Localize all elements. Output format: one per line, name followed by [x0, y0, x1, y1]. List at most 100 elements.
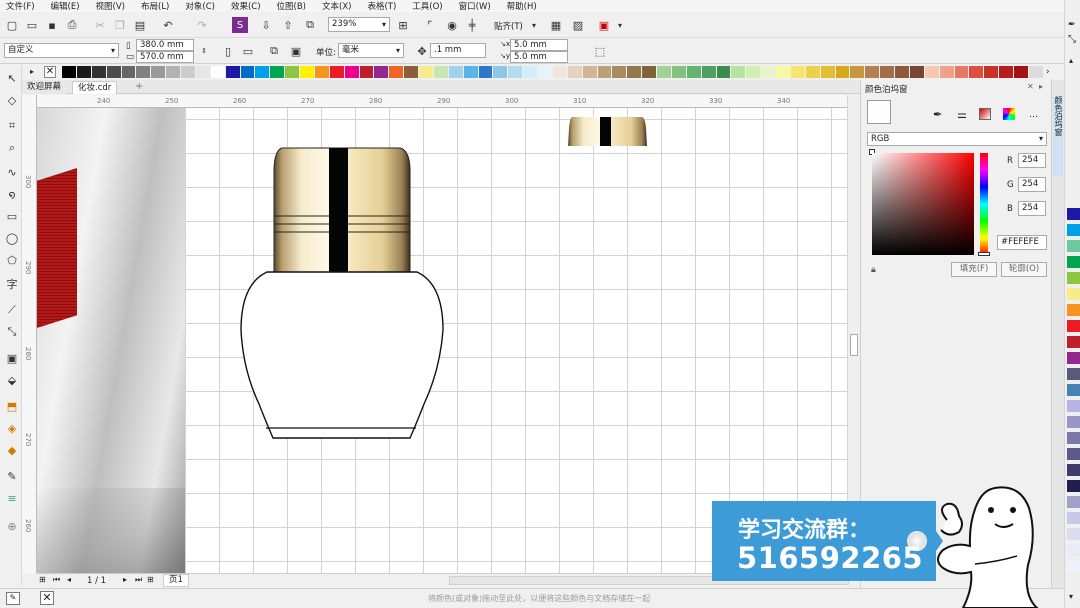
palette-swatch[interactable]: [657, 66, 672, 78]
no-fill-icon[interactable]: ✕: [40, 591, 54, 605]
snap-to-menu[interactable]: 贴齐(T): [494, 20, 523, 32]
palette-swatch[interactable]: [285, 66, 300, 78]
palette-swatch[interactable]: [240, 66, 256, 78]
menu-item-0[interactable]: 文件(F): [6, 0, 35, 12]
landscape-icon[interactable]: ▭: [240, 43, 256, 59]
palette-swatch[interactable]: [300, 66, 315, 78]
export-icon[interactable]: ⇧: [280, 17, 296, 33]
palette-swatch[interactable]: [895, 66, 910, 78]
color-sliders-icon[interactable]: ⚌: [957, 108, 967, 121]
palette-swatch[interactable]: [984, 66, 1000, 78]
color-palettes-icon[interactable]: [1003, 108, 1015, 120]
fullscreen-icon[interactable]: ⤡: [1068, 34, 1076, 45]
palette-swatch[interactable]: [805, 66, 821, 78]
palette-swatch[interactable]: [62, 66, 77, 78]
side-swatch[interactable]: [1067, 560, 1080, 572]
all-pages-icon[interactable]: ⧉: [266, 43, 282, 59]
docker-menu-icon[interactable]: ▸: [1039, 82, 1043, 91]
tab-document[interactable]: 化妆.cdr: [72, 81, 118, 94]
palette-swatch[interactable]: [671, 66, 687, 78]
palette-swatch[interactable]: [1028, 66, 1044, 78]
side-swatch[interactable]: [1067, 544, 1080, 556]
first-page-icon[interactable]: ⏮: [53, 575, 60, 585]
palette-swatch[interactable]: [612, 66, 628, 78]
menu-item-7[interactable]: 文本(X): [322, 0, 351, 12]
welcome-screen-icon[interactable]: ▣: [596, 17, 612, 33]
palette-swatch[interactable]: [954, 66, 970, 78]
palette-swatch[interactable]: [225, 66, 241, 78]
palette-swatch[interactable]: [344, 66, 360, 78]
color-palette[interactable]: [62, 66, 1044, 78]
launcher-chevron-icon[interactable]: ▾: [612, 17, 628, 33]
palette-swatch[interactable]: [716, 66, 732, 78]
menu-item-2[interactable]: 视图(V): [96, 0, 125, 12]
connector-tool-icon[interactable]: ⤡: [4, 324, 20, 340]
palette-swatch[interactable]: [448, 66, 464, 78]
color-eyedropper-icon[interactable]: ⬒: [4, 398, 20, 414]
palette-swatch[interactable]: [270, 66, 286, 78]
menu-item-3[interactable]: 布局(L): [141, 0, 169, 12]
portrait-icon[interactable]: ▯: [220, 43, 236, 59]
palette-swatch[interactable]: [195, 66, 211, 78]
palette-swatch[interactable]: [642, 66, 657, 78]
transparency-icon[interactable]: ⬙: [4, 372, 20, 388]
side-swatch[interactable]: [1067, 288, 1080, 300]
menu-item-10[interactable]: 窗口(W): [459, 0, 491, 12]
palette-swatch[interactable]: [91, 66, 107, 78]
palette-swatch[interactable]: [508, 66, 524, 78]
unit-dropdown[interactable]: 毫米: [338, 43, 404, 58]
palette-swatch[interactable]: [790, 66, 806, 78]
palette-swatch[interactable]: [106, 66, 122, 78]
tab-welcome-screen[interactable]: 欢迎屏幕: [22, 81, 67, 94]
prev-page-icon[interactable]: ◂: [67, 575, 71, 584]
menu-item-5[interactable]: 效果(C): [231, 0, 261, 12]
red-value-field[interactable]: 254: [1018, 153, 1046, 168]
no-color-swatch-icon[interactable]: ✕: [44, 66, 56, 78]
redo-icon[interactable]: ↷: [194, 17, 210, 33]
side-swatch[interactable]: [1067, 208, 1080, 220]
side-swatch[interactable]: [1067, 256, 1080, 268]
show-guidelines-icon[interactable]: ╪: [464, 17, 480, 33]
scroll-thumb[interactable]: [850, 334, 858, 356]
side-swatch[interactable]: [1067, 320, 1080, 332]
palette-swatch[interactable]: [776, 66, 791, 78]
page-size-preset-dropdown[interactable]: 自定义: [4, 43, 119, 58]
pin-icon[interactable]: ✒: [1068, 20, 1076, 30]
snap-dropdown-chevron-icon[interactable]: ▾: [526, 17, 542, 33]
palette-swatch[interactable]: [909, 66, 925, 78]
outline-pen-icon[interactable]: ✎: [4, 468, 20, 484]
palette-swatch[interactable]: [969, 66, 985, 78]
side-swatch[interactable]: [1067, 432, 1080, 444]
new-document-icon[interactable]: ▢: [4, 17, 20, 33]
palette-swatch[interactable]: [746, 66, 762, 78]
palette-swatch[interactable]: [136, 66, 152, 78]
nudge-distance-field[interactable]: .1 mm: [430, 43, 486, 58]
full-screen-icon[interactable]: ⊞: [395, 17, 411, 33]
parallel-dimension-icon[interactable]: ⟋: [4, 302, 20, 318]
current-page-icon[interactable]: ▣: [288, 43, 304, 59]
pick-tool-icon[interactable]: ↖: [4, 70, 20, 86]
print-icon[interactable]: ⎙: [64, 17, 80, 33]
side-swatch[interactable]: [1067, 416, 1080, 428]
cap-copy[interactable]: [568, 117, 647, 146]
tab-page-1[interactable]: 页1: [163, 574, 189, 587]
side-swatch[interactable]: [1067, 528, 1080, 540]
duplicate-distance-x-field[interactable]: 5.0 mm: [510, 39, 568, 51]
treat-as-filled-icon[interactable]: ⬚: [592, 43, 608, 59]
side-swatch[interactable]: [1067, 224, 1080, 236]
palette-scroll-right-icon[interactable]: ›: [1046, 67, 1050, 77]
copy-icon[interactable]: ❐: [112, 17, 128, 33]
more-options-icon[interactable]: …: [1029, 110, 1038, 120]
next-page-icon[interactable]: ▸: [123, 575, 127, 584]
show-grid-icon[interactable]: ◉: [444, 17, 460, 33]
hex-value-field[interactable]: #FEFEFE: [997, 235, 1047, 250]
interactive-fill-icon[interactable]: ◈: [4, 420, 20, 436]
hue-slider[interactable]: [980, 153, 988, 255]
menu-item-8[interactable]: 表格(T): [367, 0, 396, 12]
color-viewers-icon[interactable]: [979, 108, 991, 120]
side-swatch[interactable]: [1067, 240, 1080, 252]
smart-fill-icon[interactable]: ◆: [4, 442, 20, 458]
palette-swatch[interactable]: [151, 66, 167, 78]
palette-swatch[interactable]: [924, 66, 940, 78]
palette-swatch[interactable]: [166, 66, 181, 78]
